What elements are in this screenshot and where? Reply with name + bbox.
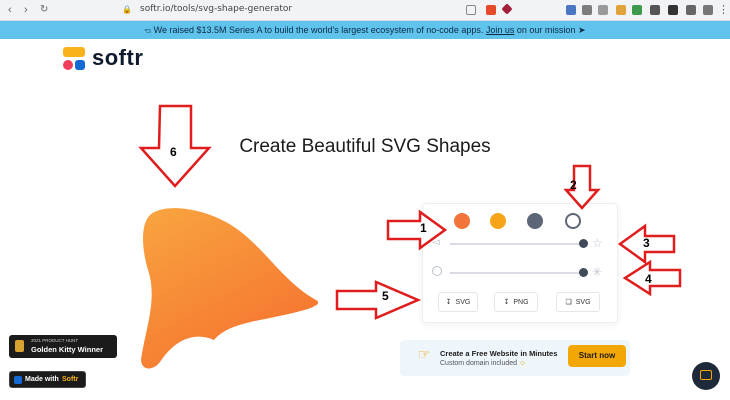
- download-icon: ↧: [503, 299, 510, 306]
- copy-svg-button[interactable]: ❏ SVG: [556, 292, 600, 312]
- made-with-softr-badge[interactable]: Made with Softr: [9, 371, 86, 388]
- trophy-icon: [15, 340, 24, 352]
- color-swatch-orange[interactable]: [454, 213, 470, 229]
- annotation-label-6: 6: [170, 145, 177, 159]
- complexity-low-icon: ◅: [432, 237, 440, 248]
- download-png-button[interactable]: ↧ PNG: [494, 292, 538, 312]
- annotation-label-4: 4: [645, 272, 652, 286]
- annotation-label-5: 5: [382, 289, 389, 303]
- contrast-low-icon: [432, 266, 442, 276]
- contrast-slider[interactable]: [450, 272, 585, 274]
- cta-subtitle: Custom domain included ☺: [440, 360, 527, 367]
- annotation-label-1: 1: [420, 221, 427, 235]
- start-now-button[interactable]: Start now: [568, 345, 626, 367]
- color-swatch-yellow[interactable]: [490, 213, 506, 229]
- annotation-label-2: 2: [570, 178, 577, 192]
- color-swatch-gray[interactable]: [527, 213, 543, 229]
- contrast-slider-handle[interactable]: [579, 268, 588, 277]
- download-icon: ↧: [445, 299, 452, 306]
- complexity-high-icon: ☆: [592, 236, 603, 250]
- random-color-icon[interactable]: [565, 213, 581, 229]
- copy-icon: ❏: [565, 299, 572, 306]
- cta-title: Create a Free Website in Minutes: [440, 349, 558, 358]
- chat-icon: [700, 370, 712, 380]
- golden-kitty-badge[interactable]: 2021 PRODUCT HUNT Golden Kitty Winner: [9, 335, 117, 358]
- contrast-high-icon: ✳: [592, 265, 603, 279]
- download-svg-button[interactable]: ↧ SVG: [438, 292, 478, 312]
- complexity-slider[interactable]: [450, 243, 585, 245]
- smiley-icon: ☺: [519, 360, 527, 367]
- chat-widget-button[interactable]: [692, 362, 720, 390]
- complexity-slider-handle[interactable]: [579, 239, 588, 248]
- annotation-label-3: 3: [643, 236, 650, 250]
- softr-mini-icon: [14, 376, 22, 384]
- pointing-hand-icon: ☞: [418, 346, 431, 362]
